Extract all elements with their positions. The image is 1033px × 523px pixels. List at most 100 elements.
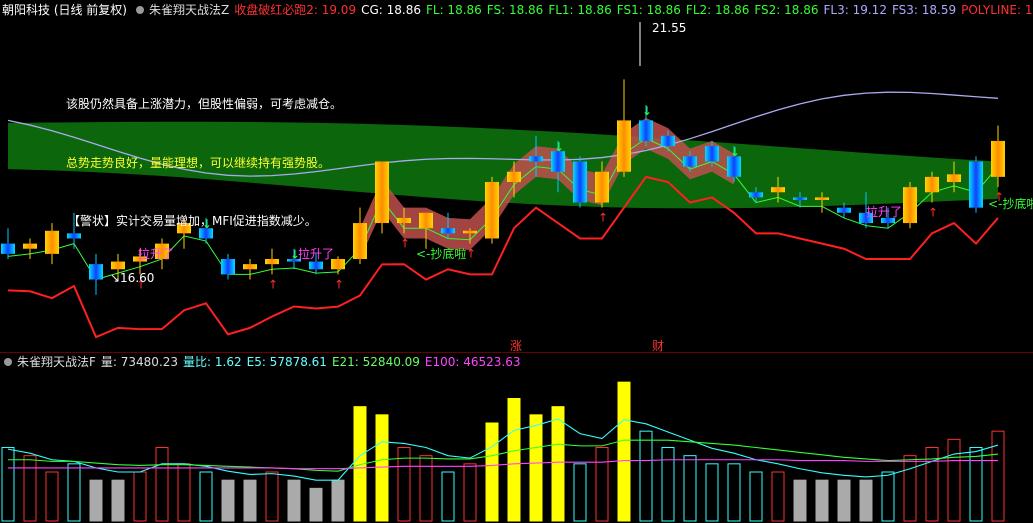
candle-body (375, 161, 389, 224)
candle-body (595, 171, 609, 203)
price-chart[interactable]: ↑↓↑↓↑↑↑↓↑↓↓↑↑该股仍然具备上涨潜力，但股性偏弱，可考虑减仓。总势走势… (0, 0, 1033, 352)
candle-body (265, 259, 279, 265)
high-price-label: 21.55 (652, 21, 686, 35)
volume-bar (529, 414, 543, 522)
up-arrow-icon: ↑ (928, 206, 938, 220)
up-arrow-icon: ↑ (334, 277, 344, 291)
candle-body (243, 264, 257, 270)
chaodi-label-1: <-抄底啦 (416, 246, 466, 261)
candle-body (925, 176, 939, 193)
volume-bar (331, 479, 345, 522)
volume-bar (573, 463, 587, 522)
volume-bar (67, 463, 81, 522)
candle-body (727, 156, 741, 177)
candle-body (947, 174, 961, 182)
note-line-2: 总势走势良好，量能理想，可以继续持有强势股。 (66, 155, 330, 170)
candle-body (23, 243, 37, 249)
volume-bar (111, 479, 125, 522)
volume-bar (45, 471, 59, 522)
volume-bar (639, 430, 653, 522)
candle-body (771, 187, 785, 193)
volume-bar (265, 471, 279, 522)
down-arrow-icon: ↓ (730, 145, 740, 159)
volume-bar (903, 455, 917, 522)
volume-bar (859, 479, 873, 522)
candle-body (639, 120, 653, 141)
candle-body (463, 230, 477, 234)
volume-bar (441, 471, 455, 522)
candle-body (837, 207, 851, 213)
candle-body (903, 187, 917, 224)
volume-bar (661, 447, 675, 522)
candle-body (573, 161, 587, 203)
volume-chart[interactable] (0, 370, 1033, 523)
candle-body (353, 223, 367, 259)
candle-body (1, 243, 15, 254)
candle-body (507, 171, 521, 182)
subheader-item-1: 量比: 1.62 (183, 355, 242, 369)
volume-bar (199, 471, 213, 522)
up-arrow-icon: ↑ (400, 236, 410, 250)
up-arrow-icon: ↑ (466, 247, 476, 261)
volume-bar (485, 422, 499, 522)
volume-bar (221, 479, 235, 522)
chaodi-label-2: <-抄底啦 (988, 196, 1033, 211)
candle-body (683, 156, 697, 167)
volume-bar (23, 455, 37, 522)
volume-bar (793, 479, 807, 522)
sub-indicator-values: 量: 73480.23 量比: 1.62 E5: 57878.61 E21: 5284… (101, 352, 526, 372)
volume-bar (771, 471, 785, 522)
volume-bar (243, 479, 257, 522)
volume-bar (617, 381, 631, 522)
candle-body (969, 161, 983, 208)
volume-bar (683, 455, 697, 522)
candle-body (551, 151, 565, 172)
volume-bar (969, 447, 983, 522)
down-arrow-icon: ↓ (642, 104, 652, 118)
candle-body (419, 212, 433, 229)
candle-body (221, 259, 235, 275)
volume-bar (749, 471, 763, 522)
volume-bar (595, 447, 609, 522)
candle-body (815, 197, 829, 200)
volume-bar (155, 447, 169, 522)
note-line-3: 【警状】实计交易量增加，MFI促进指数减少。 (68, 213, 317, 228)
volume-bar (991, 430, 1005, 522)
lashengle-label-2: 拉升了 (298, 246, 334, 261)
volume-bar (551, 406, 565, 522)
candle-body (397, 217, 411, 224)
zhang-marker: 涨 (510, 338, 522, 352)
volume-bar (947, 438, 961, 522)
candle-body (705, 146, 719, 162)
cai-marker: 财 (652, 339, 664, 352)
volume-bar (309, 487, 323, 522)
candle-body (661, 135, 675, 147)
subheader-item-0: 量: 73480.23 (100, 355, 179, 369)
candle-body (991, 140, 1005, 177)
candle-body (67, 233, 81, 239)
low-price-label: ↘16.60 (110, 271, 154, 285)
up-arrow-icon: ↑ (268, 277, 278, 291)
volume-bar (507, 398, 521, 522)
sub-indicator-header: 朱雀翔天战法F 量: 73480.23 量比: 1.62 E5: 57878.61 E… (0, 352, 531, 372)
volume-bar (881, 471, 895, 522)
lashengle-label-3: 拉升了 (866, 204, 902, 219)
volume-bar (837, 479, 851, 522)
volume-bar (89, 479, 103, 522)
volume-bar (177, 463, 191, 522)
volume-bar (463, 463, 477, 522)
volume-bar (815, 479, 829, 522)
candle-body (529, 156, 543, 162)
note-line-1: 该股仍然具备上涨潜力，但股性偏弱，可考虑减仓。 (66, 96, 342, 111)
volume-bar (727, 463, 741, 522)
subheader-item-4: E100: 46523.63 (424, 355, 521, 369)
candle-body (111, 261, 125, 270)
candle-body (749, 192, 763, 198)
subheader-item-3: E21: 52840.09 (331, 355, 420, 369)
settings-circle-icon[interactable] (4, 358, 12, 366)
candle-body (309, 261, 323, 270)
volume-bar (375, 414, 389, 522)
down-arrow-icon: ↓ (554, 140, 564, 154)
sub-indicator-name[interactable]: 朱雀翔天战法F (17, 352, 96, 372)
volume-bar (287, 479, 301, 522)
